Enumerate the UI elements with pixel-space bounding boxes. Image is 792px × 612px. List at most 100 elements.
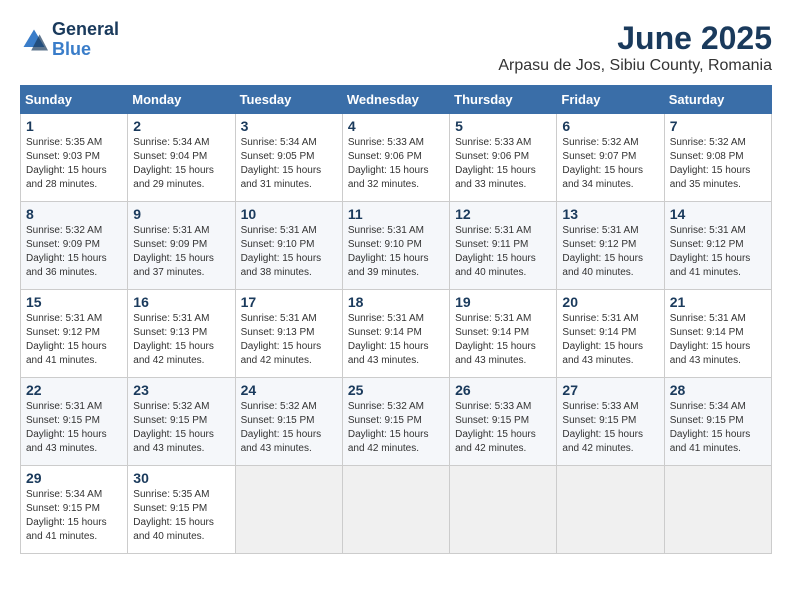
day-info: Sunrise: 5:31 AM Sunset: 9:10 PM Dayligh…: [241, 224, 337, 280]
calendar-header-row: SundayMondayTuesdayWednesdayThursdayFrid…: [21, 86, 772, 114]
day-info: Sunrise: 5:34 AM Sunset: 9:15 PM Dayligh…: [26, 488, 122, 544]
day-info: Sunrise: 5:31 AM Sunset: 9:13 PM Dayligh…: [133, 312, 229, 368]
day-number: 7: [670, 118, 766, 134]
day-info: Sunrise: 5:33 AM Sunset: 9:06 PM Dayligh…: [455, 136, 551, 192]
day-info: Sunrise: 5:33 AM Sunset: 9:06 PM Dayligh…: [348, 136, 444, 192]
logo: General Blue: [20, 20, 119, 60]
day-number: 13: [562, 206, 658, 222]
calendar-row: 15Sunrise: 5:31 AM Sunset: 9:12 PM Dayli…: [21, 290, 772, 378]
weekday-header-cell: Monday: [128, 86, 235, 114]
calendar-cell: 28 Sunrise: 5:34 AM Sunset: 9:15 PM Dayli…: [664, 378, 771, 466]
day-number: 29: [26, 470, 122, 486]
calendar-cell: 23 Sunrise: 5:32 AM Sunset: 9:15 PM Dayli…: [128, 378, 235, 466]
day-number: 21: [670, 294, 766, 310]
day-number: 5: [455, 118, 551, 134]
day-number: 23: [133, 382, 229, 398]
day-info: Sunrise: 5:31 AM Sunset: 9:13 PM Dayligh…: [241, 312, 337, 368]
calendar-cell: [235, 466, 342, 554]
day-number: 8: [26, 206, 122, 222]
day-number: 28: [670, 382, 766, 398]
day-number: 6: [562, 118, 658, 134]
day-info: Sunrise: 5:31 AM Sunset: 9:10 PM Dayligh…: [348, 224, 444, 280]
weekday-header-cell: Tuesday: [235, 86, 342, 114]
day-number: 4: [348, 118, 444, 134]
weekday-header-cell: Sunday: [21, 86, 128, 114]
calendar-cell: 16Sunrise: 5:31 AM Sunset: 9:13 PM Dayli…: [128, 290, 235, 378]
calendar-cell: 24 Sunrise: 5:32 AM Sunset: 9:15 PM Dayli…: [235, 378, 342, 466]
calendar-cell: 30Sunrise: 5:35 AM Sunset: 9:15 PM Dayli…: [128, 466, 235, 554]
day-info: Sunrise: 5:31 AM Sunset: 9:14 PM Dayligh…: [562, 312, 658, 368]
calendar-cell: 5 Sunrise: 5:33 AM Sunset: 9:06 PM Daylig…: [450, 114, 557, 202]
day-number: 10: [241, 206, 337, 222]
calendar-cell: 2Sunrise: 5:34 AM Sunset: 9:04 PM Daylig…: [128, 114, 235, 202]
day-info: Sunrise: 5:31 AM Sunset: 9:09 PM Dayligh…: [133, 224, 229, 280]
weekday-header-cell: Friday: [557, 86, 664, 114]
day-info: Sunrise: 5:31 AM Sunset: 9:15 PM Dayligh…: [26, 400, 122, 456]
logo-text: General Blue: [52, 20, 119, 60]
day-number: 1: [26, 118, 122, 134]
calendar-body: 1 Sunrise: 5:35 AM Sunset: 9:03 PM Daylig…: [21, 114, 772, 554]
calendar-cell: 19Sunrise: 5:31 AM Sunset: 9:14 PM Dayli…: [450, 290, 557, 378]
calendar-row: 1 Sunrise: 5:35 AM Sunset: 9:03 PM Daylig…: [21, 114, 772, 202]
main-title: June 2025: [498, 20, 772, 57]
weekday-header-cell: Saturday: [664, 86, 771, 114]
title-area: June 2025 Arpasu de Jos, Sibiu County, R…: [498, 20, 772, 75]
calendar-row: 22 Sunrise: 5:31 AM Sunset: 9:15 PM Dayli…: [21, 378, 772, 466]
day-info: Sunrise: 5:34 AM Sunset: 9:15 PM Dayligh…: [670, 400, 766, 456]
day-number: 2: [133, 118, 229, 134]
calendar-cell: 9 Sunrise: 5:31 AM Sunset: 9:09 PM Daylig…: [128, 202, 235, 290]
calendar-cell: [450, 466, 557, 554]
day-info: Sunrise: 5:32 AM Sunset: 9:07 PM Dayligh…: [562, 136, 658, 192]
day-info: Sunrise: 5:31 AM Sunset: 9:14 PM Dayligh…: [455, 312, 551, 368]
day-number: 20: [562, 294, 658, 310]
day-info: Sunrise: 5:32 AM Sunset: 9:15 PM Dayligh…: [241, 400, 337, 456]
day-info: Sunrise: 5:31 AM Sunset: 9:14 PM Dayligh…: [348, 312, 444, 368]
calendar-cell: 12Sunrise: 5:31 AM Sunset: 9:11 PM Dayli…: [450, 202, 557, 290]
calendar-cell: 1 Sunrise: 5:35 AM Sunset: 9:03 PM Daylig…: [21, 114, 128, 202]
calendar-cell: 21 Sunrise: 5:31 AM Sunset: 9:14 PM Dayli…: [664, 290, 771, 378]
day-info: Sunrise: 5:33 AM Sunset: 9:15 PM Dayligh…: [562, 400, 658, 456]
day-number: 9: [133, 206, 229, 222]
calendar-cell: 11 Sunrise: 5:31 AM Sunset: 9:10 PM Dayli…: [342, 202, 449, 290]
calendar-cell: 17Sunrise: 5:31 AM Sunset: 9:13 PM Dayli…: [235, 290, 342, 378]
day-number: 12: [455, 206, 551, 222]
day-info: Sunrise: 5:32 AM Sunset: 9:08 PM Dayligh…: [670, 136, 766, 192]
day-info: Sunrise: 5:35 AM Sunset: 9:03 PM Dayligh…: [26, 136, 122, 192]
day-number: 11: [348, 206, 444, 222]
page-header: General Blue June 2025 Arpasu de Jos, Si…: [20, 20, 772, 75]
calendar-cell: 8 Sunrise: 5:32 AM Sunset: 9:09 PM Daylig…: [21, 202, 128, 290]
day-number: 22: [26, 382, 122, 398]
day-number: 24: [241, 382, 337, 398]
weekday-header-cell: Wednesday: [342, 86, 449, 114]
calendar-cell: 29 Sunrise: 5:34 AM Sunset: 9:15 PM Dayli…: [21, 466, 128, 554]
calendar-row: 8 Sunrise: 5:32 AM Sunset: 9:09 PM Daylig…: [21, 202, 772, 290]
calendar-cell: 22 Sunrise: 5:31 AM Sunset: 9:15 PM Dayli…: [21, 378, 128, 466]
day-info: Sunrise: 5:31 AM Sunset: 9:12 PM Dayligh…: [670, 224, 766, 280]
day-info: Sunrise: 5:32 AM Sunset: 9:09 PM Dayligh…: [26, 224, 122, 280]
calendar-cell: 14 Sunrise: 5:31 AM Sunset: 9:12 PM Dayli…: [664, 202, 771, 290]
day-number: 26: [455, 382, 551, 398]
calendar-cell: 7 Sunrise: 5:32 AM Sunset: 9:08 PM Daylig…: [664, 114, 771, 202]
calendar-cell: 25Sunrise: 5:32 AM Sunset: 9:15 PM Dayli…: [342, 378, 449, 466]
day-number: 27: [562, 382, 658, 398]
calendar-cell: 3Sunrise: 5:34 AM Sunset: 9:05 PM Daylig…: [235, 114, 342, 202]
calendar-cell: [342, 466, 449, 554]
calendar-cell: 20 Sunrise: 5:31 AM Sunset: 9:14 PM Dayli…: [557, 290, 664, 378]
day-info: Sunrise: 5:33 AM Sunset: 9:15 PM Dayligh…: [455, 400, 551, 456]
day-info: Sunrise: 5:32 AM Sunset: 9:15 PM Dayligh…: [133, 400, 229, 456]
subtitle: Arpasu de Jos, Sibiu County, Romania: [498, 57, 772, 75]
day-number: 25: [348, 382, 444, 398]
logo-icon: [20, 26, 48, 54]
calendar-cell: [557, 466, 664, 554]
day-number: 30: [133, 470, 229, 486]
day-number: 18: [348, 294, 444, 310]
calendar-cell: 13Sunrise: 5:31 AM Sunset: 9:12 PM Dayli…: [557, 202, 664, 290]
calendar-row: 29 Sunrise: 5:34 AM Sunset: 9:15 PM Dayli…: [21, 466, 772, 554]
calendar-cell: 4 Sunrise: 5:33 AM Sunset: 9:06 PM Daylig…: [342, 114, 449, 202]
weekday-header-cell: Thursday: [450, 86, 557, 114]
calendar-table: SundayMondayTuesdayWednesdayThursdayFrid…: [20, 85, 772, 554]
calendar-cell: 18 Sunrise: 5:31 AM Sunset: 9:14 PM Dayli…: [342, 290, 449, 378]
day-info: Sunrise: 5:31 AM Sunset: 9:14 PM Dayligh…: [670, 312, 766, 368]
day-number: 14: [670, 206, 766, 222]
day-info: Sunrise: 5:34 AM Sunset: 9:05 PM Dayligh…: [241, 136, 337, 192]
